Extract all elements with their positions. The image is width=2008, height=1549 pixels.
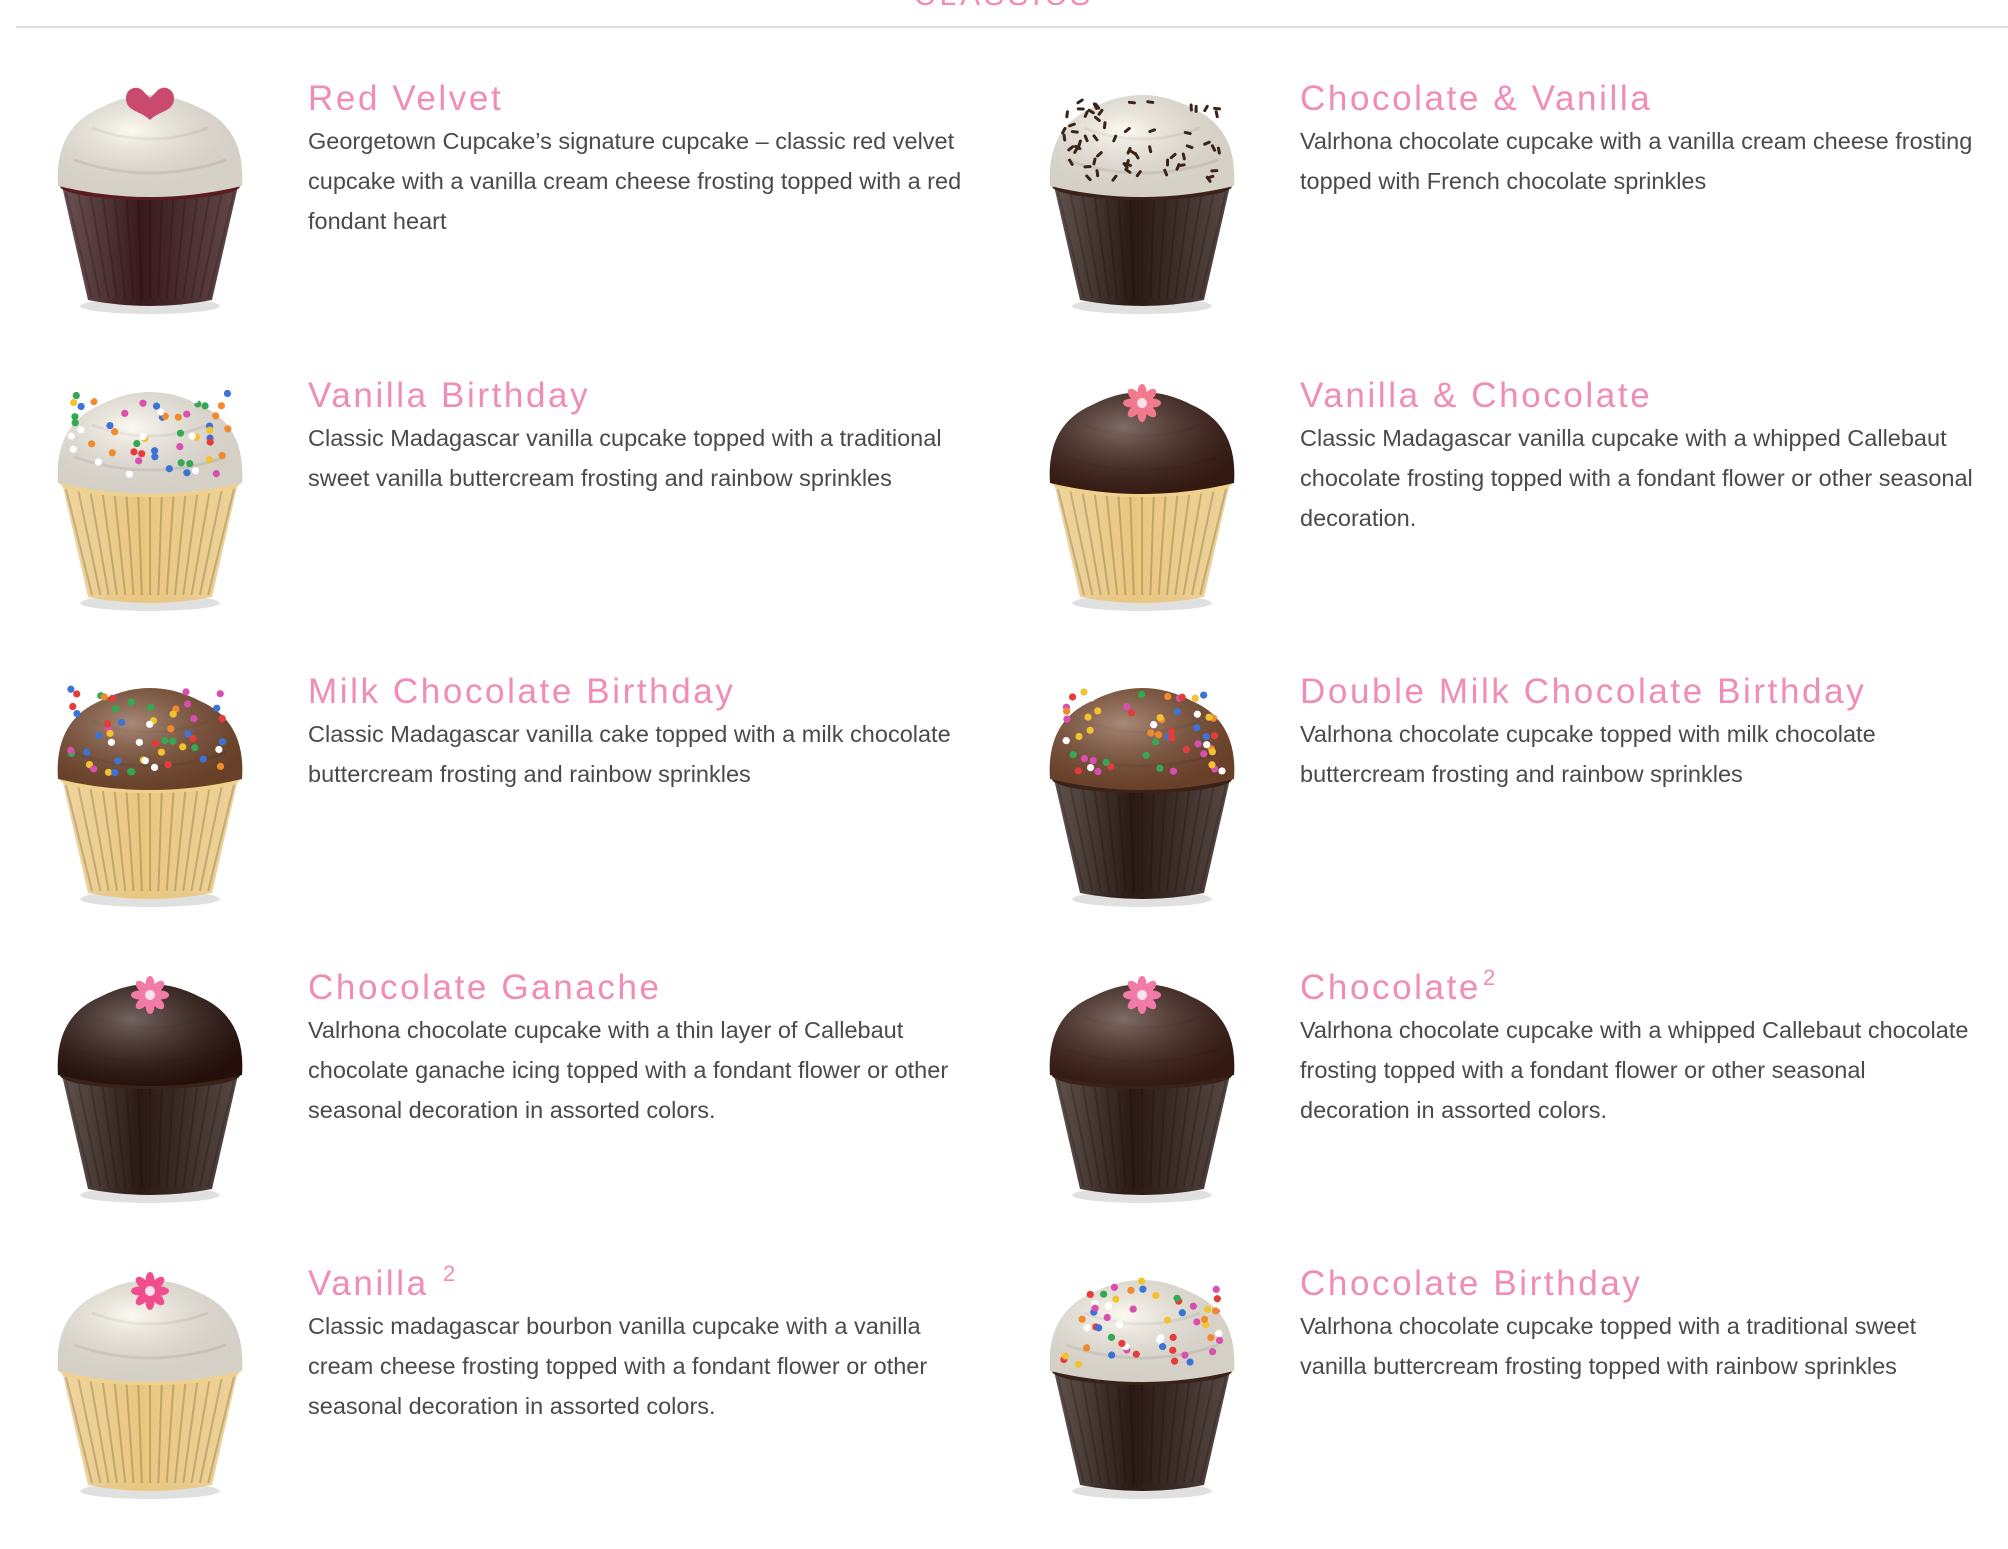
cupcake-description: Georgetown Cupcake’s signature cupcake –…: [308, 121, 988, 241]
cupcake-card[interactable]: Vanilla 2 Classic madagascar bourbon van…: [0, 1253, 980, 1549]
cupcake-card[interactable]: Chocolate Ganache Valrhona chocolate cup…: [0, 957, 980, 1253]
cupcake-image[interactable]: [40, 365, 260, 615]
cupcake-description: Classic madagascar bourbon vanilla cupca…: [308, 1306, 988, 1426]
cupcake-name[interactable]: Chocolate2: [1300, 957, 1498, 1009]
cupcake-name[interactable]: Vanilla Birthday: [308, 365, 592, 417]
cupcake-description: Classic Madagascar vanilla cupcake toppe…: [308, 418, 988, 498]
flower-icon: [131, 1272, 169, 1310]
cupcake-image[interactable]: [1032, 365, 1252, 615]
cupcake-description: Valrhona chocolate cupcake with a thin l…: [308, 1010, 988, 1130]
cupcake-name[interactable]: Vanilla & Chocolate: [1300, 365, 1654, 417]
cupcake-description: Valrhona chocolate cupcake with a vanill…: [1300, 121, 1980, 201]
cupcake-illustration: [40, 1253, 260, 1503]
cupcake-description: Valrhona chocolate cupcake with a whippe…: [1300, 1010, 1980, 1130]
cupcake-image[interactable]: [40, 68, 260, 318]
cupcake-description: Valrhona chocolate cupcake topped with a…: [1300, 1306, 1980, 1386]
cupcake-name[interactable]: Milk Chocolate Birthday: [308, 661, 737, 713]
cupcake-illustration: [40, 68, 260, 318]
flower-icon: [1123, 384, 1161, 422]
cupcake-card[interactable]: Vanilla & Chocolate Classic Madagascar v…: [992, 365, 1972, 661]
cupcake-description: Classic Madagascar vanilla cake topped w…: [308, 714, 988, 794]
cupcake-name[interactable]: Chocolate Birthday: [1300, 1253, 1645, 1305]
cupcake-description: Classic Madagascar vanilla cupcake with …: [1300, 418, 1980, 538]
cupcake-image[interactable]: [1032, 661, 1252, 911]
cupcake-image[interactable]: [1032, 68, 1252, 318]
cupcake-card[interactable]: Chocolate & Vanilla Valrhona chocolate c…: [992, 68, 1972, 364]
cupcake-card[interactable]: Double Milk Chocolate Birthday Valrhona …: [992, 661, 1972, 957]
cupcake-image[interactable]: [1032, 1253, 1252, 1503]
cupcake-name-superscript: 2: [443, 1261, 458, 1286]
cupcake-illustration: [1032, 365, 1252, 615]
cupcake-name[interactable]: Red Velvet: [308, 68, 505, 120]
cupcake-name[interactable]: Double Milk Chocolate Birthday: [1300, 661, 1868, 713]
cupcake-illustration: [1032, 957, 1252, 1207]
cupcake-illustration: [40, 365, 260, 615]
cupcake-card[interactable]: Milk Chocolate Birthday Classic Madagasc…: [0, 661, 980, 957]
frosting-shading: [58, 688, 243, 790]
cupcake-card[interactable]: Chocolate Birthday Valrhona chocolate cu…: [992, 1253, 1972, 1549]
cupcake-illustration: [1032, 661, 1252, 911]
cupcake-illustration: [1032, 68, 1252, 318]
cupcake-image[interactable]: [40, 661, 260, 911]
flower-icon: [1123, 976, 1161, 1014]
cupcake-card[interactable]: Chocolate2 Valrhona chocolate cupcake wi…: [992, 957, 1972, 1253]
cupcake-name[interactable]: Chocolate Ganache: [308, 957, 664, 1009]
cupcake-name[interactable]: Chocolate & Vanilla: [1300, 68, 1654, 120]
cupcake-name-superscript: 2: [1483, 965, 1498, 990]
cupcake-grid: Red Velvet Georgetown Cupcake’s signatur…: [0, 0, 2008, 1502]
cupcake-description: Valrhona chocolate cupcake topped with m…: [1300, 714, 1980, 794]
flower-icon: [131, 976, 169, 1014]
cupcake-name[interactable]: Vanilla 2: [308, 1253, 458, 1305]
cupcake-card[interactable]: Vanilla Birthday Classic Madagascar vani…: [0, 365, 980, 661]
cupcake-illustration: [1032, 1253, 1252, 1503]
cupcake-illustration: [40, 957, 260, 1207]
cupcake-illustration: [40, 661, 260, 911]
cupcake-card[interactable]: Red Velvet Georgetown Cupcake’s signatur…: [0, 68, 980, 364]
frosting-shading: [58, 392, 243, 494]
cupcake-image[interactable]: [40, 957, 260, 1207]
cupcake-image[interactable]: [1032, 957, 1252, 1207]
cupcake-image[interactable]: [40, 1253, 260, 1503]
